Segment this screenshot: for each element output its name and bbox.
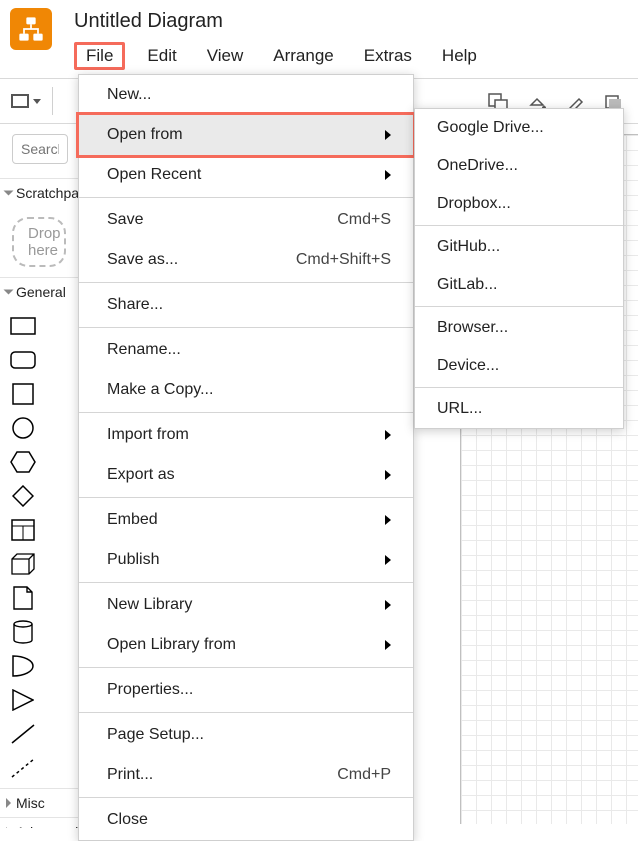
menu-file[interactable]: File [74, 42, 125, 70]
menu-separator [415, 225, 623, 226]
shape-dashline[interactable] [10, 756, 36, 780]
search-shapes-input[interactable] [12, 134, 68, 164]
menu-separator [79, 497, 413, 498]
diagram-logo-icon [17, 15, 45, 43]
menu-separator [79, 327, 413, 328]
submenu-arrow-icon [385, 470, 391, 480]
menu-extras[interactable]: Extras [356, 42, 420, 70]
menu-publish[interactable]: Publish [79, 540, 413, 580]
menu-import-from[interactable]: Import from [79, 415, 413, 455]
menu-open-library-from[interactable]: Open Library from [79, 625, 413, 665]
section-scratchpad[interactable]: Scratchpad [0, 178, 78, 207]
submenu-arrow-icon [385, 170, 391, 180]
section-general[interactable]: General [0, 277, 78, 306]
submenu-arrow-icon [385, 555, 391, 565]
view-icon [11, 94, 29, 108]
menu-close[interactable]: Close [79, 800, 413, 840]
submenu-arrow-icon [385, 130, 391, 140]
submenu-arrow-icon [385, 430, 391, 440]
submenu-arrow-icon [385, 600, 391, 610]
menu-open-from[interactable]: Open from [76, 112, 416, 158]
section-label: Scratchpad [16, 185, 78, 201]
menu-edit[interactable]: Edit [139, 42, 184, 70]
open-from-google-drive[interactable]: Google Drive... [415, 109, 623, 147]
caret-down-icon [33, 99, 41, 104]
menu-separator [79, 667, 413, 668]
menu-view[interactable]: View [199, 42, 252, 70]
shape-note[interactable] [10, 586, 36, 610]
menu-separator [79, 197, 413, 198]
open-from-github[interactable]: GitHub... [415, 228, 623, 266]
menu-arrange[interactable]: Arrange [265, 42, 341, 70]
open-from-url[interactable]: URL... [415, 390, 623, 428]
open-from-dropbox[interactable]: Dropbox... [415, 185, 623, 223]
shape-cylinder[interactable] [10, 620, 36, 644]
shape-rounded[interactable] [10, 348, 36, 372]
open-from-gitlab[interactable]: GitLab... [415, 266, 623, 304]
menu-separator [79, 582, 413, 583]
shape-rect[interactable] [10, 314, 36, 338]
section-label: Misc [16, 795, 45, 811]
menu-save[interactable]: Save Cmd+S [79, 200, 413, 240]
open-from-onedrive[interactable]: OneDrive... [415, 147, 623, 185]
shape-triangle[interactable] [10, 688, 36, 712]
open-from-submenu: Google Drive... OneDrive... Dropbox... G… [414, 108, 624, 429]
menu-separator [79, 282, 413, 283]
menu-open-recent[interactable]: Open Recent [79, 155, 413, 195]
menu-embed[interactable]: Embed [79, 500, 413, 540]
caret-right-icon [6, 798, 11, 808]
menu-share[interactable]: Share... [79, 285, 413, 325]
menu-separator [79, 797, 413, 798]
submenu-arrow-icon [385, 515, 391, 525]
menu-new-library[interactable]: New Library [79, 585, 413, 625]
section-misc[interactable]: Misc [0, 788, 78, 817]
shape-hexagon[interactable] [10, 450, 36, 474]
menu-separator [415, 306, 623, 307]
shape-halfcircle[interactable] [10, 654, 36, 678]
menu-new[interactable]: New... [79, 75, 413, 115]
scratchpad-dropzone[interactable]: Drop here [12, 217, 66, 267]
document-title[interactable]: Untitled Diagram [74, 10, 223, 33]
menubar: File Edit View Arrange Extras Help [74, 42, 638, 78]
file-menu-dropdown: New... Open from Open Recent Save Cmd+S … [78, 74, 414, 841]
section-label: General [16, 284, 66, 300]
view-mode-button[interactable] [10, 86, 42, 116]
menu-export-as[interactable]: Export as [79, 455, 413, 495]
menu-separator [415, 387, 623, 388]
menu-make-copy[interactable]: Make a Copy... [79, 370, 413, 410]
submenu-arrow-icon [385, 640, 391, 650]
section-label: Advanced [16, 824, 78, 828]
shape-table[interactable] [10, 518, 36, 542]
shape-sidebar: Scratchpad Drop here General Misc Advanc… [0, 178, 78, 828]
toolbar-divider [52, 87, 53, 115]
caret-down-icon [4, 290, 14, 295]
menu-rename[interactable]: Rename... [79, 330, 413, 370]
menu-properties[interactable]: Properties... [79, 670, 413, 710]
menu-page-setup[interactable]: Page Setup... [79, 715, 413, 755]
shapes-grid [0, 306, 78, 788]
menu-save-as[interactable]: Save as... Cmd+Shift+S [79, 240, 413, 280]
shape-line[interactable] [10, 722, 36, 746]
shape-circle[interactable] [10, 416, 36, 440]
caret-down-icon [4, 191, 14, 196]
menu-separator [79, 412, 413, 413]
open-from-browser[interactable]: Browser... [415, 309, 623, 347]
menu-print[interactable]: Print... Cmd+P [79, 755, 413, 795]
menu-help[interactable]: Help [434, 42, 485, 70]
menu-separator [79, 712, 413, 713]
shape-square[interactable] [10, 382, 36, 406]
shape-cube[interactable] [10, 552, 36, 576]
shape-diamond[interactable] [10, 484, 36, 508]
caret-right-icon [6, 827, 11, 828]
app-logo [10, 8, 52, 50]
open-from-device[interactable]: Device... [415, 347, 623, 385]
